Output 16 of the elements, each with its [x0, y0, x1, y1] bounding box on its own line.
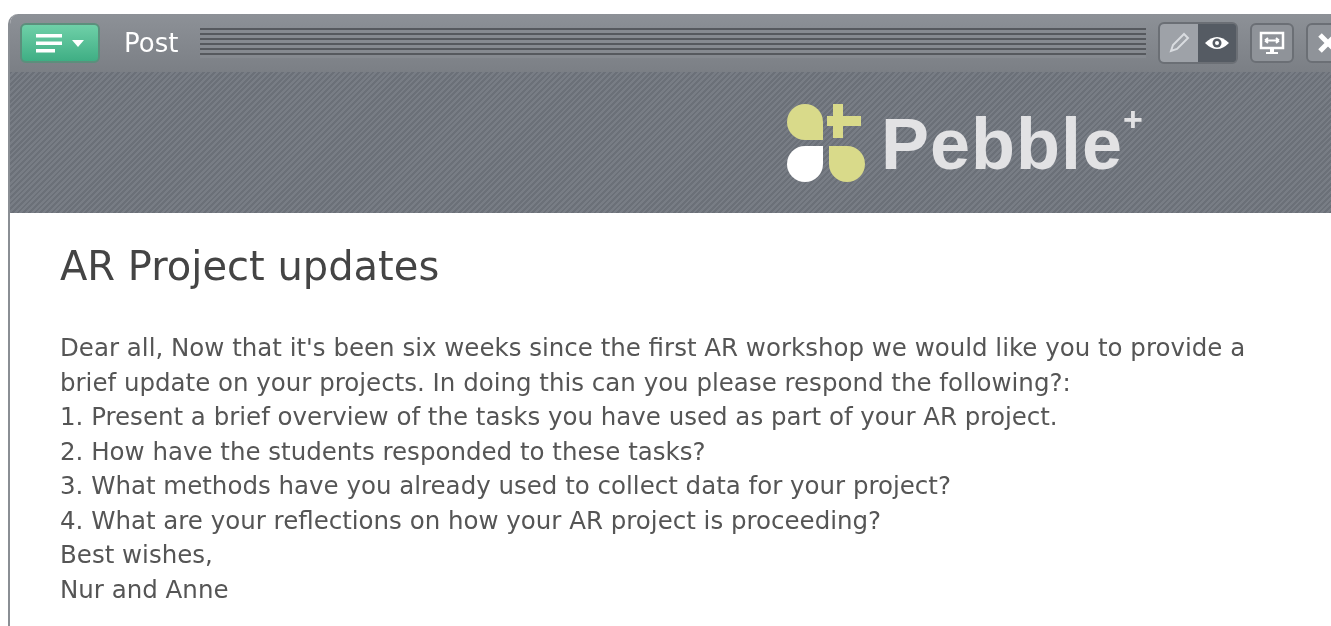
post-text: 2. How have the students responded to these tasks?: [60, 435, 707, 468]
post-text: 4. What are your reflections on how your AR project is proceeding?: [60, 504, 883, 537]
logo-text: Pebble$^{+}$: [881, 100, 1144, 185]
post-title: AR Project updates: [60, 243, 441, 289]
post-text: Best wishes,: [60, 539, 214, 571]
drag-handle[interactable]: [200, 28, 1146, 58]
monitor-icon: [1259, 30, 1285, 56]
post-text: Nur and Anne: [60, 573, 230, 606]
window-title: Post: [124, 28, 179, 58]
post-text: Dear all, Now that it's been six weeks since the first AR workshop we would like you to provide a brief update on your projects. In doing this can you please respond the following?:: [60, 332, 1247, 399]
post-text: 1. Present a brief overview of the tasks you have used as part of your AR project.: [60, 401, 1059, 433]
logo-icon: [785, 101, 867, 184]
post-text: 3. What methods have you already used to collect data for your project?: [60, 470, 952, 502]
pencil-icon: [1167, 31, 1191, 55]
fit-width-button[interactable]: [1250, 23, 1294, 63]
menu-button[interactable]: [20, 23, 100, 63]
